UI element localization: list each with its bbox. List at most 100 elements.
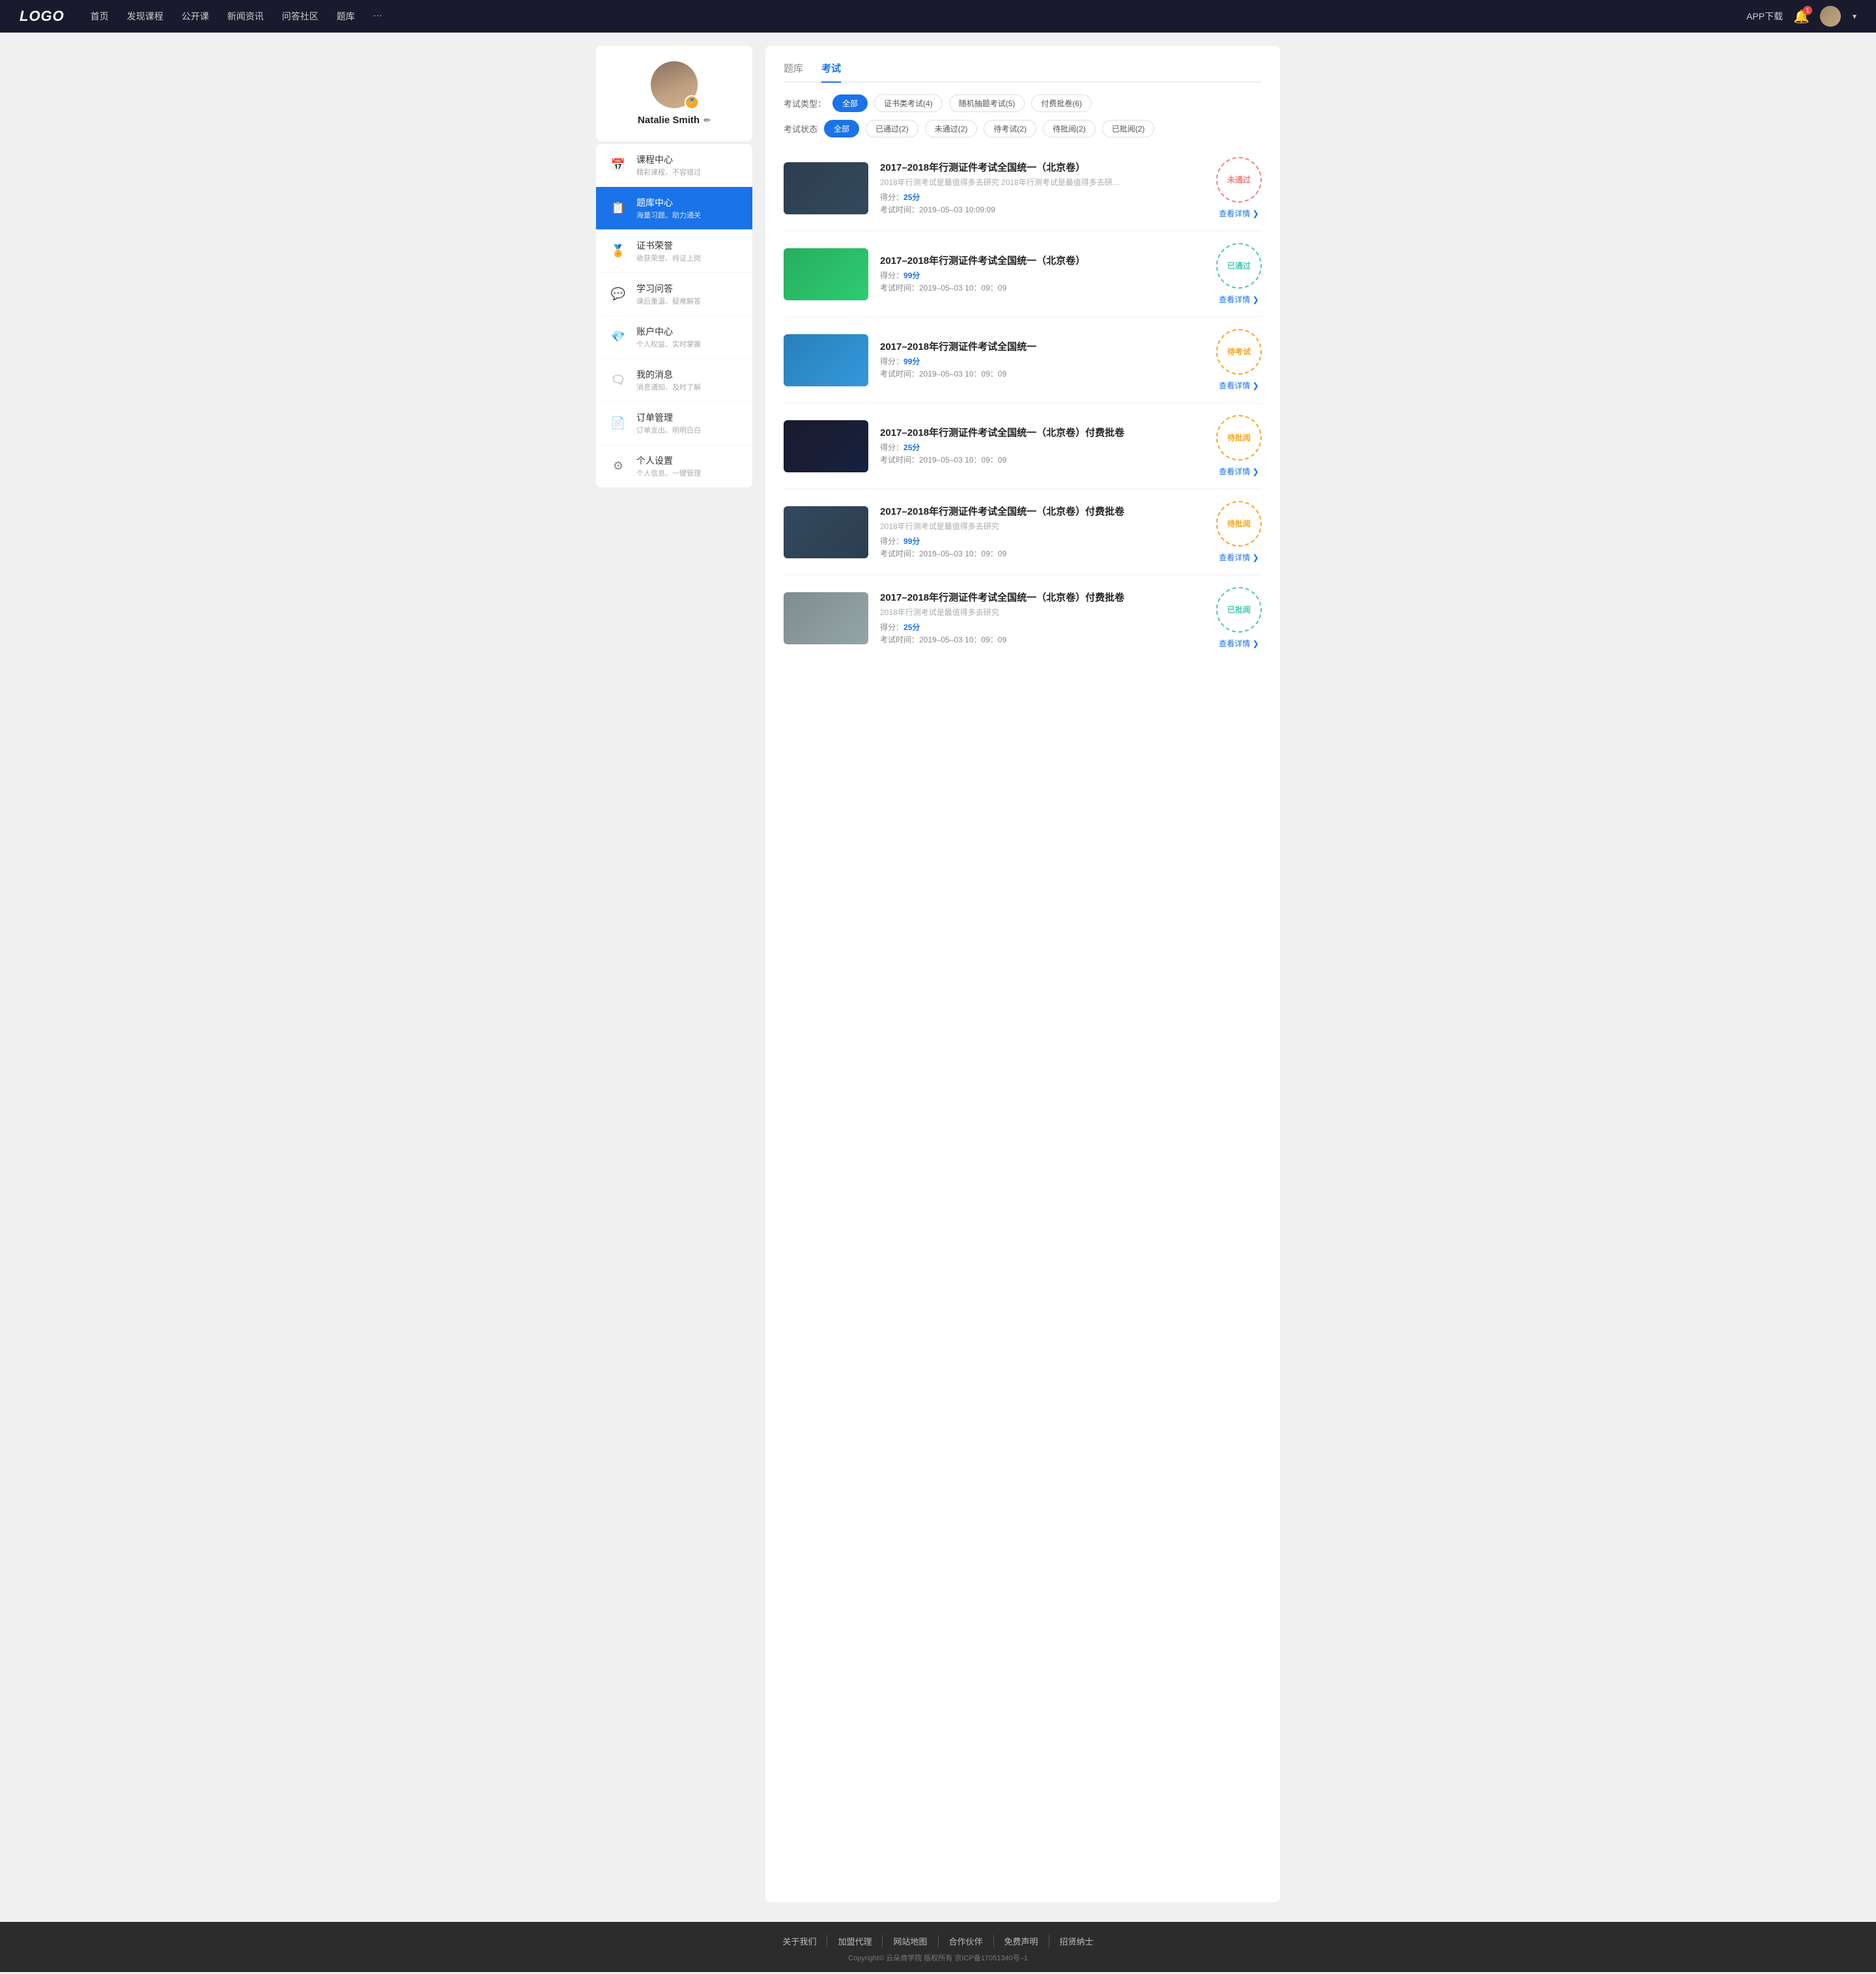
type-filter-random[interactable]: 随机抽题考试(5) [949, 94, 1025, 112]
nav-home[interactable]: 首页 [91, 10, 109, 23]
sidebar-item-account[interactable]: 💎 账户中心 个人权益、实时掌握 [596, 316, 752, 359]
exam-time-5: 考试时间：2019–05–03 10：09：09 [880, 548, 1204, 559]
exam-detail-link-2[interactable]: 查看详情 ❯ [1219, 294, 1258, 305]
nav-open-courses[interactable]: 公开课 [182, 10, 209, 23]
footer-link-4[interactable]: 免费声明 [994, 1935, 1049, 1947]
menu-text-course: 课程中心 精彩课程、不容错过 [636, 153, 701, 177]
exam-info-1: 2017–2018年行测证件考试全国统一（北京卷） 2018年行测考试是最值得多… [880, 160, 1204, 216]
exam-detail-link-3[interactable]: 查看详情 ❯ [1219, 380, 1258, 391]
exam-item-4: 2017–2018年行测证件考试全国统一（北京卷）付费批卷 得分：25分 考试时… [784, 403, 1262, 489]
logo: LOGO [20, 8, 64, 25]
content-area: 题库 考试 考试类型： 全部 证书类考试(4) 随机抽题考试(5) 付费批卷(6… [765, 46, 1280, 1902]
menu-sub-messages: 消息通知、及时了解 [636, 382, 701, 392]
exam-action-6: 已批阅 查看详情 ❯ [1216, 587, 1262, 649]
type-filter-cert[interactable]: 证书类考试(4) [874, 94, 943, 112]
exam-score-val-5: 99分 [903, 537, 920, 546]
content-tabs: 题库 考试 [784, 61, 1262, 83]
menu-sub-cert: 收获荣誉、持证上岗 [636, 253, 701, 263]
status-filter-all[interactable]: 全部 [824, 120, 859, 137]
footer-links: 关于我们加盟代理网站地图合作伙伴免费声明招贤纳士 [0, 1935, 1876, 1947]
sidebar-item-question-bank[interactable]: 📋 题库中心 海量习题、助力通关 [596, 187, 752, 230]
chat-icon: 💬 [609, 285, 627, 304]
status-filter-label: 考试状态 [784, 122, 817, 135]
footer-link-5[interactable]: 招贤纳士 [1049, 1935, 1104, 1947]
exam-thumbnail-6 [784, 592, 868, 644]
sidebar-item-course-center[interactable]: 📅 课程中心 精彩课程、不容错过 [596, 144, 752, 187]
menu-sub-orders: 订单支出、明明白白 [636, 425, 701, 435]
exam-detail-link-1[interactable]: 查看详情 ❯ [1219, 208, 1258, 219]
exam-thumbnail-1 [784, 162, 868, 214]
diamond-icon: 💎 [609, 328, 627, 347]
sidebar-item-messages[interactable]: 🗨 我的消息 消息通知、及时了解 [596, 359, 752, 402]
menu-sub-qa: 课后重温、疑难解答 [636, 296, 701, 306]
medal-icon: 🏅 [609, 242, 627, 261]
exam-time-4: 考试时间：2019–05–03 10：09：09 [880, 454, 1204, 465]
edit-profile-icon[interactable]: ✏ [704, 115, 711, 126]
avatar[interactable] [1820, 6, 1841, 27]
footer-link-3[interactable]: 合作伙伴 [939, 1935, 994, 1947]
sidebar-item-qa[interactable]: 💬 学习问答 课后重温、疑难解答 [596, 273, 752, 316]
exam-score-val-1: 25分 [903, 193, 920, 202]
exam-desc-1: 2018年行测考试是最值得多去研究 2018年行测考试是最值得多去研究 2018… [880, 177, 1128, 188]
exam-title-5: 2017–2018年行测证件考试全国统一（北京卷）付费批卷 [880, 504, 1204, 518]
status-filter-reviewed[interactable]: 已批阅(2) [1102, 120, 1155, 137]
status-filter-reviewing[interactable]: 待批阅(2) [1043, 120, 1096, 137]
exam-score-val-4: 25分 [903, 443, 920, 452]
app-download-link[interactable]: APP下载 [1746, 10, 1783, 23]
footer-link-2[interactable]: 网站地图 [883, 1935, 938, 1947]
profile-name-text: Natalie Smith [638, 115, 700, 126]
menu-text-qbank: 题库中心 海量习题、助力通关 [636, 196, 701, 220]
nav-news[interactable]: 新闻资讯 [227, 10, 264, 23]
footer-link-0[interactable]: 关于我们 [772, 1935, 827, 1947]
menu-label-course: 课程中心 [636, 153, 701, 166]
sidebar-item-settings[interactable]: ⚙ 个人设置 个人信息、一键管理 [596, 445, 752, 487]
status-filter-passed[interactable]: 已通过(2) [866, 120, 918, 137]
exam-item-2: 2017–2018年行测证件考试全国统一（北京卷） 得分：99分 考试时间：20… [784, 231, 1262, 317]
list-icon: 📋 [609, 199, 627, 218]
sidebar-item-certificate[interactable]: 🏅 证书荣誉 收获荣誉、持证上岗 [596, 230, 752, 273]
exam-title-3: 2017–2018年行测证件考试全国统一 [880, 339, 1204, 353]
type-filter-label: 考试类型： [784, 97, 826, 109]
menu-sub-qbank: 海量习题、助力通关 [636, 210, 701, 220]
bell-badge: 1 [1803, 6, 1812, 15]
exam-detail-link-4[interactable]: 查看详情 ❯ [1219, 466, 1258, 477]
exam-score-3: 得分：99分 [880, 356, 1204, 367]
exam-title-4: 2017–2018年行测证件考试全国统一（北京卷）付费批卷 [880, 425, 1204, 439]
document-icon: 📄 [609, 414, 627, 433]
exam-detail-link-5[interactable]: 查看详情 ❯ [1219, 552, 1258, 563]
tab-question-bank[interactable]: 题库 [784, 61, 803, 83]
type-filter-paid[interactable]: 付费批卷(6) [1031, 94, 1092, 112]
footer-link-1[interactable]: 加盟代理 [827, 1935, 883, 1947]
status-filter-pending[interactable]: 待考试(2) [984, 120, 1036, 137]
exam-item-1: 2017–2018年行测证件考试全国统一（北京卷） 2018年行测考试是最值得多… [784, 145, 1262, 231]
exam-score-1: 得分：25分 [880, 192, 1204, 203]
sidebar-item-orders[interactable]: 📄 订单管理 订单支出、明明白白 [596, 402, 752, 445]
exam-title-1: 2017–2018年行测证件考试全国统一（北京卷） [880, 160, 1204, 174]
menu-label-cert: 证书荣誉 [636, 239, 701, 252]
nav-qa[interactable]: 问答社区 [282, 10, 319, 23]
nav-courses[interactable]: 发现课程 [127, 10, 163, 23]
exam-score-4: 得分：25分 [880, 442, 1204, 453]
notification-bell[interactable]: 🔔 1 [1793, 8, 1810, 25]
tab-exam[interactable]: 考试 [821, 61, 841, 83]
footer-copyright: Copyright© 云朵商学院 版权所有 京ICP备17051340号–1 [0, 1953, 1876, 1963]
menu-text-cert: 证书荣誉 收获荣誉、持证上岗 [636, 239, 701, 263]
chevron-down-icon[interactable]: ▾ [1853, 12, 1856, 21]
gear-icon: ⚙ [609, 457, 627, 476]
menu-text-account: 账户中心 个人权益、实时掌握 [636, 325, 701, 349]
nav-questions[interactable]: 题库 [337, 10, 355, 23]
status-filter-failed[interactable]: 未通过(2) [925, 120, 978, 137]
exam-desc-5: 2018年行测考试是最值得多去研究 [880, 521, 1128, 532]
menu-sub-course: 精彩课程、不容错过 [636, 167, 701, 177]
exam-detail-link-6[interactable]: 查看详情 ❯ [1219, 638, 1258, 649]
exam-list: 2017–2018年行测证件考试全国统一（北京卷） 2018年行测考试是最值得多… [784, 145, 1262, 661]
exam-score-2: 得分：99分 [880, 270, 1204, 281]
nav-more[interactable]: ··· [373, 10, 382, 23]
type-filter-all[interactable]: 全部 [832, 94, 868, 112]
menu-text-qa: 学习问答 课后重温、疑难解答 [636, 282, 701, 306]
footer: 关于我们加盟代理网站地图合作伙伴免费声明招贤纳士 Copyright© 云朵商学… [0, 1922, 1876, 1972]
menu-label-messages: 我的消息 [636, 368, 701, 381]
sidebar: 🏅 Natalie Smith ✏ 📅 课程中心 精彩课程、不容错过 📋 题库中… [596, 46, 752, 1902]
exam-status-stamp-6: 已批阅 [1216, 587, 1262, 633]
exam-action-5: 待批阅 查看详情 ❯ [1216, 501, 1262, 563]
